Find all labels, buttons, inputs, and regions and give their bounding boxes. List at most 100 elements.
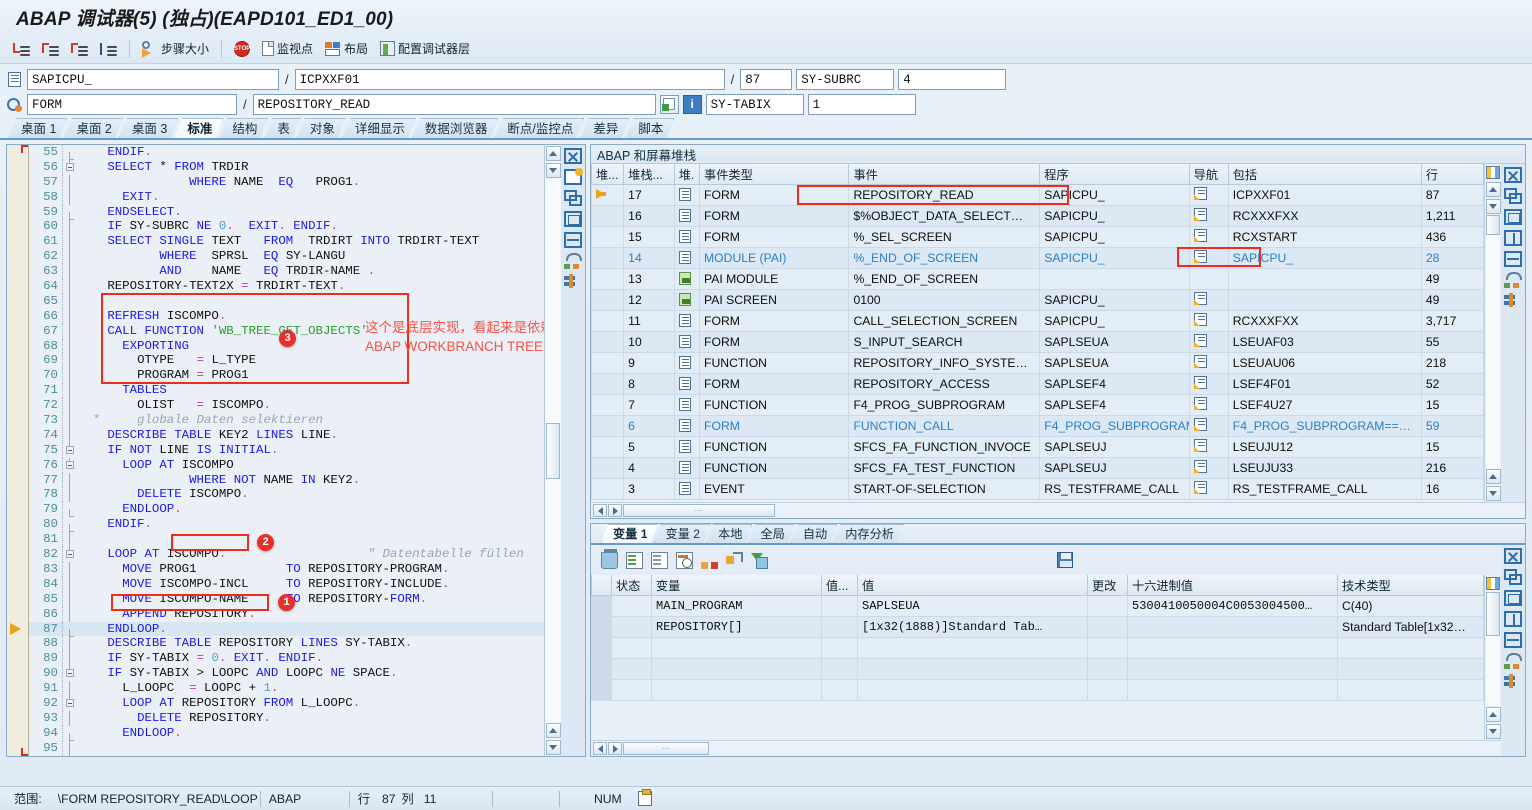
variables-vertical-scrollbar[interactable] <box>1484 575 1501 740</box>
list-copy-icon[interactable] <box>651 552 668 569</box>
variables-close-panel-icon[interactable] <box>1504 548 1522 564</box>
stack-table-body[interactable]: 17FORMREPOSITORY_READSAPICPU_ICPXXF01871… <box>592 185 1484 500</box>
code-line[interactable]: 62 WHERE SPRSL EQ SY-LANGU <box>29 249 544 264</box>
sy-subrc-value-field[interactable]: 4 <box>898 69 1006 90</box>
fold-marker[interactable] <box>63 443 79 458</box>
breakpoint-gutter[interactable] <box>7 145 29 756</box>
variables-row-selector[interactable] <box>592 659 612 680</box>
filter-icon[interactable] <box>751 552 768 569</box>
stack-row[interactable]: 14MODULE (PAI)%_END_OF_SCREENSAPICPU_SAP… <box>592 248 1484 269</box>
code-line[interactable]: 58 EXIT. <box>29 190 544 205</box>
code-line[interactable]: 89 IF SY-TABIX = 0. EXIT. ENDIF. <box>29 651 544 666</box>
code-line[interactable]: 59 ENDSELECT. <box>29 205 544 220</box>
editor-scroll-track-bottom[interactable] <box>546 479 560 723</box>
stack-col-header-8[interactable]: 行 <box>1421 164 1483 185</box>
list-insert-icon[interactable] <box>626 552 643 569</box>
swap-panel-icon[interactable] <box>564 190 582 206</box>
variables-tab-0[interactable]: 变量 1 <box>601 524 658 543</box>
tab-1[interactable]: 桌面 2 <box>63 118 122 138</box>
clipboard-icon[interactable] <box>638 791 652 806</box>
fold-marker[interactable] <box>63 219 79 234</box>
fold-marker[interactable] <box>63 622 79 637</box>
stack-col-header-4[interactable]: 事件 <box>849 164 1040 185</box>
fold-marker[interactable] <box>63 741 79 756</box>
variables-table-body[interactable]: MAIN_PROGRAMSAPLSEUA5300410050004C005300… <box>592 596 1484 701</box>
fold-marker[interactable] <box>63 294 79 309</box>
stack-row[interactable]: 12PAI SCREEN0100SAPICPU_49 <box>592 290 1484 311</box>
editor-scroll-up-button-2[interactable] <box>546 723 561 738</box>
code-line[interactable]: 75 IF NOT LINE IS INITIAL. <box>29 443 544 458</box>
code-line[interactable]: 65 <box>29 294 544 309</box>
fold-marker[interactable] <box>63 279 79 294</box>
fold-marker[interactable] <box>63 547 79 562</box>
tab-11[interactable]: 脚本 <box>625 118 674 138</box>
fold-marker[interactable] <box>63 726 79 741</box>
variables-tab-4[interactable]: 自动 <box>791 524 837 543</box>
stack-vertical-scrollbar[interactable] <box>1484 164 1501 502</box>
stack-col-header-6[interactable]: 导航 <box>1189 164 1228 185</box>
variables-col-header-0[interactable]: 状态 <box>612 575 652 596</box>
variables-row[interactable]: REPOSITORY[][1x32(1888)]Standard Tab…Sta… <box>592 617 1484 638</box>
variables-row-selector[interactable] <box>592 638 612 659</box>
editor-scroll-down-button[interactable] <box>546 163 561 178</box>
stack-hscroll-right-button[interactable] <box>608 504 622 517</box>
maximize-panel-icon[interactable] <box>564 211 582 227</box>
configure-debugger-layer-button[interactable]: 配置调试器层 <box>375 37 475 61</box>
restore-icon[interactable] <box>564 253 582 269</box>
stack-scroll-thumb[interactable] <box>1486 215 1500 235</box>
fold-marker[interactable] <box>63 562 79 577</box>
fold-marker[interactable] <box>63 651 79 666</box>
code-line[interactable]: 91 L_LOOPC = LOOPC + 1. <box>29 681 544 696</box>
variables-col-header-3[interactable]: 值 <box>858 575 1088 596</box>
variables-scroll-up-button[interactable] <box>1486 707 1501 722</box>
stack-row[interactable]: 9FUNCTIONREPOSITORY_INFO_SYSTE…SAPLSEUAL… <box>592 353 1484 374</box>
variables-scroll-down-button[interactable] <box>1486 724 1501 739</box>
variables-scroll-thumb[interactable] <box>1486 592 1500 636</box>
variables-scroll-track[interactable] <box>1486 636 1500 706</box>
variables-row-selector[interactable] <box>592 617 612 638</box>
stack-col-header-1[interactable]: 堆栈... <box>624 164 675 185</box>
fold-marker[interactable] <box>63 175 79 190</box>
editor-scroll-track-top[interactable] <box>546 179 560 423</box>
variables-restore-icon[interactable] <box>1504 653 1522 669</box>
program-field[interactable]: SAPICPU_ <box>27 69 279 90</box>
run-to-cursor-button[interactable] <box>95 37 122 61</box>
variables-hscroll-thumb[interactable]: ⋯ <box>623 742 709 755</box>
variables-col-header-6[interactable]: 技术类型 <box>1338 575 1484 596</box>
stop-button[interactable]: STOP <box>229 37 255 61</box>
editor-scroll-thumb[interactable] <box>546 423 560 479</box>
code-line[interactable]: 82 LOOP AT ISCOMPO. " Datentabelle fülle… <box>29 547 544 562</box>
code-line[interactable]: 76 LOOP AT ISCOMPO <box>29 458 544 473</box>
sy-subrc-label-field[interactable]: SY-SUBRC <box>796 69 894 90</box>
stack-row[interactable]: 17FORMREPOSITORY_READSAPICPU_ICPXXF0187 <box>592 185 1484 206</box>
info-button[interactable]: i <box>683 95 702 114</box>
fold-marker[interactable] <box>63 458 79 473</box>
variables-hscroll-left-button[interactable] <box>593 742 607 755</box>
fold-marker[interactable] <box>63 681 79 696</box>
code-line[interactable]: 88 DESCRIBE TABLE REPOSITORY LINES SY-TA… <box>29 636 544 651</box>
fold-marker[interactable] <box>63 205 79 220</box>
tab-9[interactable]: 断点/监控点 <box>494 118 584 138</box>
code-line[interactable]: 71 TABLES <box>29 383 544 398</box>
tab-2[interactable]: 桌面 3 <box>119 118 178 138</box>
goto-source-button[interactable] <box>660 95 679 114</box>
stack-row[interactable]: 16FORM$%OBJECT_DATA_SELECT…SAPICPU_RCXXX… <box>592 206 1484 227</box>
stack-row[interactable]: 8FORMREPOSITORY_ACCESSSAPLSEF4LSEF4F0152 <box>592 374 1484 395</box>
variables-col-header-1[interactable]: 变量 <box>652 575 822 596</box>
current-line-field[interactable]: 87 <box>740 69 792 90</box>
code-line[interactable]: 74 DESCRIBE TABLE KEY2 LINES LINE. <box>29 428 544 443</box>
stack-scroll-up-button[interactable] <box>1486 182 1501 197</box>
fold-marker[interactable] <box>63 309 79 324</box>
stack-scroll-down-button-2[interactable] <box>1486 486 1501 501</box>
variables-row[interactable] <box>592 680 1484 701</box>
editor-scroll-up-button[interactable] <box>546 146 561 161</box>
step-into-button[interactable] <box>8 37 35 61</box>
variables-row-selector[interactable] <box>592 596 612 617</box>
fold-marker[interactable] <box>63 383 79 398</box>
stack-close-panel-icon[interactable] <box>1504 167 1522 183</box>
stack-row[interactable]: 15FORM%_SEL_SCREENSAPICPU_RCXSTART436 <box>592 227 1484 248</box>
stack-resize-height-icon[interactable] <box>1504 230 1522 246</box>
code-line[interactable]: 84 MOVE ISCOMPO-INCL TO REPOSITORY-INCLU… <box>29 577 544 592</box>
tab-8[interactable]: 数据浏览器 <box>412 118 499 138</box>
row-remove-icon[interactable] <box>676 552 693 569</box>
